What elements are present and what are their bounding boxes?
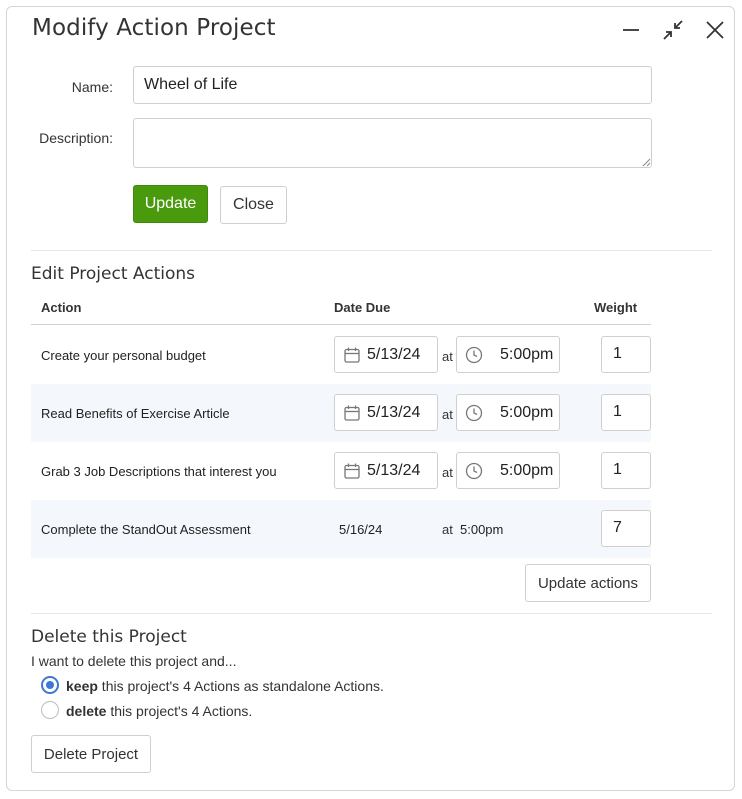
divider bbox=[31, 613, 712, 614]
date-value: 5/13/24 bbox=[367, 404, 421, 421]
delete-project-button[interactable]: Delete Project bbox=[31, 735, 151, 773]
clock-icon bbox=[465, 404, 483, 422]
modify-project-dialog: Modify Action Project Name: Description:… bbox=[6, 6, 735, 791]
date-value: 5/13/24 bbox=[367, 346, 421, 363]
at-label: at bbox=[442, 407, 453, 422]
date-picker[interactable]: 5/13/24 bbox=[334, 336, 438, 373]
keep-actions-radio[interactable] bbox=[41, 676, 59, 694]
at-label: at bbox=[442, 349, 453, 364]
time-picker[interactable]: 5:00pm bbox=[456, 394, 560, 431]
close-icon[interactable] bbox=[702, 17, 728, 43]
action-name: Read Benefits of Exercise Article bbox=[41, 406, 230, 421]
weight-input[interactable]: 1 bbox=[601, 336, 651, 373]
keep-actions-label: keep this project's 4 Actions as standal… bbox=[66, 678, 384, 694]
column-header-action: Action bbox=[41, 300, 82, 315]
date-value: 5/13/24 bbox=[367, 462, 421, 479]
at-label: at bbox=[442, 465, 453, 480]
at-label: at bbox=[442, 522, 453, 537]
delete-project-title: Delete this Project bbox=[31, 627, 187, 647]
time-value: 5:00pm bbox=[500, 404, 554, 421]
clock-icon bbox=[465, 462, 483, 480]
time-picker[interactable]: 5:00pm bbox=[456, 452, 560, 489]
time-value: 5:00pm bbox=[460, 522, 504, 537]
action-name: Create your personal budget bbox=[41, 348, 206, 363]
calendar-icon bbox=[344, 347, 360, 363]
delete-actions-label: delete this project's 4 Actions. bbox=[66, 703, 253, 719]
weight-input[interactable]: 1 bbox=[601, 394, 651, 431]
close-button[interactable]: Close bbox=[220, 186, 287, 224]
weight-input[interactable]: 7 bbox=[601, 510, 651, 547]
date-value: 5/16/24 bbox=[339, 522, 383, 537]
update-actions-button[interactable]: Update actions bbox=[525, 564, 651, 602]
time-value: 5:00pm bbox=[500, 462, 554, 479]
minimize-icon[interactable] bbox=[618, 17, 644, 43]
action-name: Complete the StandOut Assessment bbox=[41, 522, 251, 537]
clock-icon bbox=[465, 346, 483, 364]
column-header-weight: Weight bbox=[594, 300, 638, 315]
action-name: Grab 3 Job Descriptions that interest yo… bbox=[41, 464, 277, 479]
description-label: Description: bbox=[39, 130, 113, 146]
weight-input[interactable]: 1 bbox=[601, 452, 651, 489]
time-picker[interactable]: 5:00pm bbox=[456, 336, 560, 373]
delete-actions-radio[interactable] bbox=[41, 701, 59, 719]
collapse-icon[interactable] bbox=[660, 17, 686, 43]
update-button[interactable]: Update bbox=[133, 185, 208, 223]
dialog-title: Modify Action Project bbox=[32, 15, 276, 41]
column-header-date-due: Date Due bbox=[334, 300, 391, 315]
name-input[interactable] bbox=[133, 66, 652, 104]
date-picker[interactable]: 5/13/24 bbox=[334, 452, 438, 489]
description-input[interactable] bbox=[133, 118, 652, 168]
calendar-icon bbox=[344, 463, 360, 479]
resize-grip-icon[interactable] bbox=[641, 157, 651, 167]
date-picker[interactable]: 5/13/24 bbox=[334, 394, 438, 431]
name-label: Name: bbox=[71, 79, 113, 95]
calendar-icon bbox=[344, 405, 360, 421]
time-value: 5:00pm bbox=[500, 346, 554, 363]
table-header-divider bbox=[31, 324, 651, 325]
divider bbox=[31, 250, 712, 251]
edit-actions-title: Edit Project Actions bbox=[31, 264, 195, 284]
delete-intro-text: I want to delete this project and... bbox=[31, 653, 237, 669]
